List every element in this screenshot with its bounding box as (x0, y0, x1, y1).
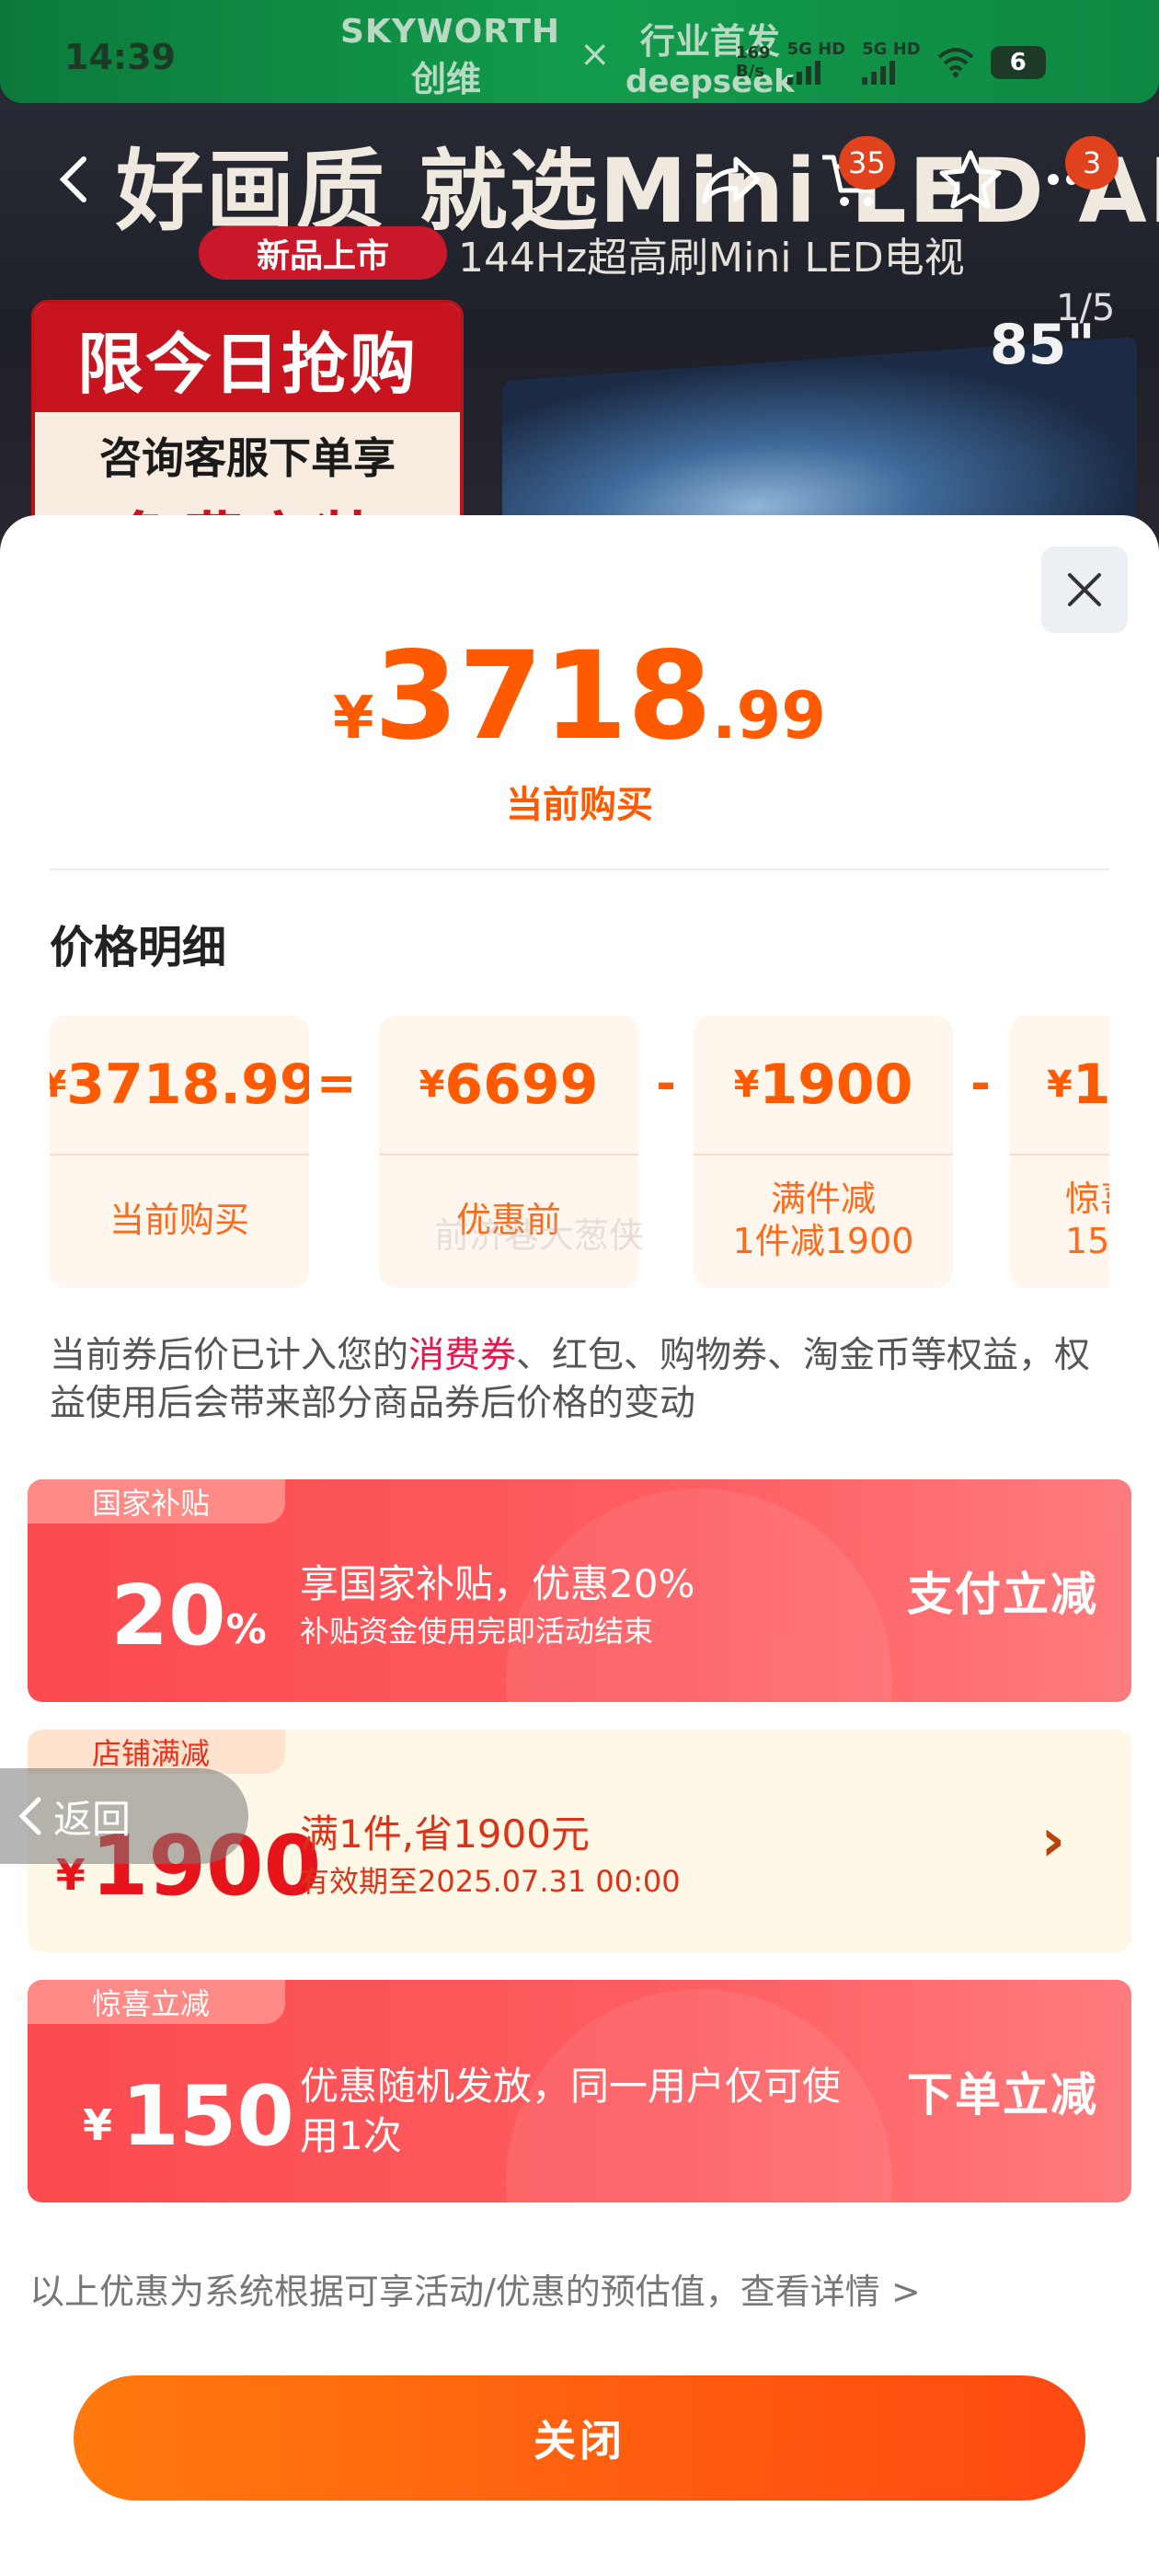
deal-amount: 20% (64, 1542, 313, 1689)
calc-currency: ¥ (733, 1064, 760, 1106)
calc-operator: = (316, 1056, 357, 1111)
price-detail-sheet: ¥3718.99 当前购买 价格明细 ¥3718.99 当前购买 = ¥6699… (0, 515, 1159, 2576)
back-button[interactable]: 返回 (0, 1768, 248, 1864)
product-nav-bar: 35 3 (0, 129, 1159, 230)
calc-operator: - (656, 1056, 676, 1111)
deal-amount-value: 150 (121, 2067, 294, 2165)
deal-tag: 惊喜立减 (28, 1980, 285, 2024)
calc-caption: 满件减 1件减1900 (732, 1179, 914, 1261)
calc-currency: ¥ (1047, 1064, 1073, 1106)
note-highlight: 消费券 (408, 1335, 517, 1376)
calc-value: ¥3718.99 (50, 1016, 309, 1156)
calc-amount: 150 (1072, 1052, 1109, 1117)
product-subheadline: 144Hz超高刷Mini LED电视 (458, 235, 965, 282)
divider (50, 868, 1109, 870)
current-price: ¥3718.99 (0, 626, 1159, 767)
cart-badge: 35 (839, 136, 895, 190)
net-unit: B/s (736, 61, 765, 81)
deal-tag: 国家补贴 (28, 1479, 285, 1524)
price-decimal: .99 (711, 678, 826, 753)
calc-card-current: ¥3718.99 当前购买 (50, 1016, 309, 1288)
tv-size-label: 85" (990, 313, 1096, 377)
deal-line2: 有效期至2025.07.31 00:00 (300, 1864, 681, 1899)
status-time: 14:39 (64, 37, 176, 77)
deal-surprise-reduction[interactable]: 惊喜立减 ¥150 优惠随机发放，同一用户仅可使 用1次 下单立减 (28, 1980, 1131, 2202)
promo-banner-top: 限今日抢购 (35, 304, 460, 412)
deal-amount-value: 20 (110, 1567, 226, 1664)
calc-value: ¥150 (1010, 1016, 1109, 1156)
calc-value: ¥1900 (694, 1016, 953, 1156)
back-arrow-icon[interactable] (33, 138, 116, 221)
calc-caption: 当前购买 (109, 1200, 249, 1241)
signal-icon (786, 59, 846, 85)
chevron-right-icon[interactable]: › (1041, 1730, 1067, 1952)
product-page-background: 14:39 SKYWORTH 创维 × 行业首发 deepseek 169 B/… (0, 0, 1159, 570)
net-speed: 169 (736, 43, 771, 63)
price-note: 当前券后价已计入您的消费券、红包、购物券、淘金币等权益，权益使用后会带来部分商品… (50, 1332, 1107, 1429)
favorite-star-icon[interactable] (929, 138, 1012, 221)
close-button[interactable]: 关闭 (74, 2375, 1085, 2501)
note-text-pre: 当前券后价已计入您的 (50, 1335, 409, 1376)
chevron-left-icon (18, 1797, 41, 1835)
system-icons: 169 B/s 5G HD 5G HD 6 (736, 40, 1046, 85)
calc-operator: - (970, 1056, 991, 1111)
brand-skyworth: SKYWORTH 创维 (340, 13, 560, 101)
deal-action: 支付立减 (907, 1568, 1098, 1621)
brand-zh: 创维 (410, 59, 481, 99)
calc-card-surprise: ¥150 惊喜立减 150 (1010, 1016, 1109, 1288)
status-bar: 14:39 SKYWORTH 创维 × 行业首发 deepseek 169 B/… (0, 0, 1159, 103)
calc-amount: 3718.99 (66, 1052, 309, 1117)
calc-value: ¥6699 (379, 1016, 638, 1156)
calc-caption: 惊喜立减 150 (1065, 1179, 1109, 1261)
brand-en: SKYWORTH (340, 13, 560, 51)
signal-label-2: 5G HD (862, 40, 921, 59)
new-product-tag: 新品上市 (199, 226, 447, 280)
price-detail-title: 价格明细 (50, 922, 227, 973)
price-caption: 当前购买 (506, 784, 653, 826)
battery-icon: 6 (990, 45, 1046, 79)
price-currency: ¥ (333, 684, 374, 753)
details-link[interactable]: 以上优惠为系统根据可享活动/优惠的预估值，查看详情 > (29, 2263, 921, 2314)
calc-currency: ¥ (419, 1064, 445, 1106)
back-label: 返回 (53, 1796, 132, 1842)
share-icon[interactable] (690, 138, 773, 221)
deal-line2: 用1次 (300, 2113, 402, 2158)
promo-banner-mid: 咨询客服下单享 (99, 433, 396, 483)
deal-national-subsidy[interactable]: 国家补贴 20% 享国家补贴，优惠20% 补贴资金使用完即活动结束 支付立减 (28, 1479, 1131, 1702)
more-badge: 3 (1065, 136, 1119, 190)
price-integer: 3718 (373, 626, 712, 767)
signal-icon (862, 59, 921, 85)
deal-line2: 补贴资金使用完即活动结束 (300, 1614, 654, 1649)
close-icon[interactable] (1041, 546, 1128, 633)
calc-card-full-reduction: ¥1900 满件减 1件减1900 (694, 1016, 953, 1288)
calc-amount: 6699 (444, 1052, 599, 1117)
signal-label-1: 5G HD (786, 40, 846, 59)
calc-amount: 1900 (759, 1052, 913, 1117)
watermark-text: 前济巷大葱侠 (434, 1215, 645, 1256)
deal-amount: ¥150 (64, 2042, 313, 2190)
calc-currency: ¥ (50, 1064, 67, 1106)
deal-line1: 优惠随机发放，同一用户仅可使 (300, 2064, 842, 2109)
deal-line1: 满1件,省1900元 (300, 1811, 590, 1857)
deal-tag: 店铺满减 (28, 1730, 285, 1774)
brand-cross: × (580, 33, 611, 75)
wifi-icon (937, 47, 974, 77)
deal-line1: 享国家补贴，优惠20% (300, 1561, 695, 1606)
deal-action: 下单立减 (907, 2068, 1098, 2122)
deal-amount-currency: ¥ (83, 2100, 113, 2150)
deal-amount-unit: % (225, 1605, 267, 1653)
